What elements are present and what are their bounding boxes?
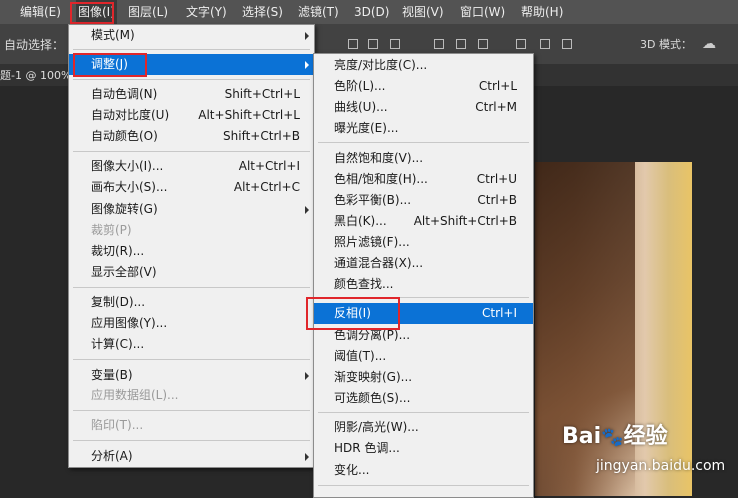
image-menu: 模式(M) 调整(J) 自动色调(N) Shift+Ctrl+L 自动对比度(U… [68,24,315,468]
menu-item-analysis[interactable]: 分析(A) [69,446,314,467]
baidu-watermark-url: jingyan.baidu.com [596,458,726,474]
distribute-left-icon[interactable] [516,39,526,49]
distribute-right-icon[interactable] [562,39,572,49]
submenu-item-threshold[interactable]: 阈值(T)... [314,346,533,367]
menu-item-calculations[interactable]: 计算(C)... [69,334,314,355]
submenu-item-levels[interactable]: 色阶(L)... Ctrl+L [314,76,533,97]
menu-item-duplicate[interactable]: 复制(D)... [69,292,314,313]
menu-view[interactable]: 视图(V) [402,0,444,24]
submenu-item-curves[interactable]: 曲线(U)... Ctrl+M [314,97,533,118]
annotation-box-image-menu [70,2,114,24]
distribute-bottom-icon[interactable] [478,39,488,49]
submenu-item-brightness-contrast[interactable]: 亮度/对比度(C)... [314,55,533,76]
document-tab[interactable]: 题-1 @ 100% [0,67,71,83]
align-right-icon[interactable] [390,39,400,49]
menu-item-image-size[interactable]: 图像大小(I)... Alt+Ctrl+I [69,156,314,177]
menu-item-canvas-size[interactable]: 画布大小(S)... Alt+Ctrl+C [69,177,314,198]
submenu-item-shadows-highlights[interactable]: 阴影/高光(W)... [314,417,533,438]
menu-filter[interactable]: 滤镜(T) [298,0,339,24]
menu-item-auto-color[interactable]: 自动颜色(O) Shift+Ctrl+B [69,126,314,147]
menu-edit[interactable]: 编辑(E) [20,0,61,24]
submenu-item-gradient-map[interactable]: 渐变映射(G)... [314,367,533,388]
adjustments-submenu: 亮度/对比度(C)... 色阶(L)... Ctrl+L 曲线(U)... Ct… [313,53,534,498]
menu-help[interactable]: 帮助(H) [521,0,563,24]
menu-layer[interactable]: 图层(L) [128,0,168,24]
menu-item-mode[interactable]: 模式(M) [69,25,314,46]
annotation-box-adjust [73,53,147,77]
menu-item-image-rotation[interactable]: 图像旋转(G) [69,199,314,220]
menu-item-variables[interactable]: 变量(B) [69,365,314,386]
distribute-top-icon[interactable] [434,39,444,49]
annotation-box-invert [306,297,400,330]
menu-item-crop: 裁剪(P) [91,223,132,237]
menu-item-trim[interactable]: 裁切(R)... [69,241,314,262]
submenu-item-photo-filter[interactable]: 照片滤镜(F)... [314,232,533,253]
menu-item-auto-contrast[interactable]: 自动对比度(U) Alt+Shift+Ctrl+L [69,105,314,126]
submenu-item-color-balance[interactable]: 色彩平衡(B)... Ctrl+B [314,190,533,211]
distribute-middle-icon[interactable] [456,39,466,49]
submenu-item-exposure[interactable]: 曝光度(E)... [314,118,533,139]
menu-item-auto-tone[interactable]: 自动色调(N) Shift+Ctrl+L [69,84,314,105]
baidu-watermark-logo: Bai🐾经验 [562,424,668,449]
submenu-item-variations[interactable]: 变化... [314,460,533,481]
submenu-item-hue-saturation[interactable]: 色相/饱和度(H)... Ctrl+U [314,169,533,190]
auto-select-label: 自动选择： [4,38,65,52]
menu-type[interactable]: 文字(Y) [186,0,227,24]
align-center-icon[interactable] [368,39,378,49]
menu-select[interactable]: 选择(S) [242,0,283,24]
submenu-item-selective-color[interactable]: 可选颜色(S)... [314,388,533,409]
menu-item-trap: 陷印(T)... [91,418,144,432]
orbit-3d-icon[interactable]: ☁ [702,36,716,52]
mode-3d-label: 3D 模式： [640,38,692,51]
menu-item-apply-data-set: 应用数据组(L)... [91,388,179,402]
submenu-item-vibrance[interactable]: 自然饱和度(V)... [314,148,533,169]
submenu-item-hdr-toning[interactable]: HDR 色调... [314,438,533,459]
align-left-icon[interactable] [348,39,358,49]
submenu-item-black-white[interactable]: 黑白(K)... Alt+Shift+Ctrl+B [314,211,533,232]
menu-item-apply-image[interactable]: 应用图像(Y)... [69,313,314,334]
menu-3d[interactable]: 3D(D) [354,0,389,24]
distribute-center-icon[interactable] [540,39,550,49]
submenu-item-color-lookup[interactable]: 颜色查找... [314,274,533,295]
menu-window[interactable]: 窗口(W) [460,0,505,24]
menu-item-reveal-all[interactable]: 显示全部(V) [69,262,314,283]
submenu-item-channel-mixer[interactable]: 通道混合器(X)... [314,253,533,274]
